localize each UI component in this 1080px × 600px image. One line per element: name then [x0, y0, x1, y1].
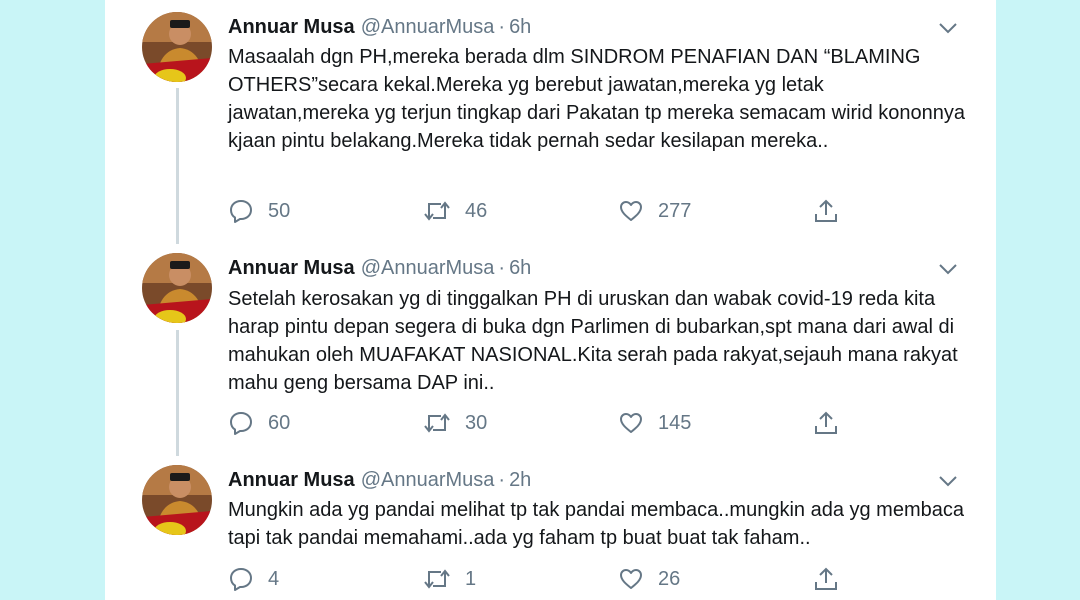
share-button[interactable] — [813, 196, 839, 226]
separator-dot: · — [498, 469, 506, 491]
timestamp[interactable]: 2h — [509, 469, 531, 491]
retweet-icon — [423, 198, 451, 224]
share-icon — [813, 198, 839, 224]
like-count: 26 — [658, 567, 681, 590]
share-icon — [813, 410, 839, 436]
tweet-text: Masaalah dgn PH,mereka berada dlm SINDRO… — [228, 46, 966, 152]
reply-count: 4 — [268, 567, 280, 590]
left-margin — [0, 0, 105, 600]
tweet[interactable]: Annuar Musa @AnnuarMusa · 2h Mungkin ada yg… — [105, 465, 996, 600]
tweet-actions: 50 46 277 — [228, 196, 848, 226]
like-button[interactable]: 277 — [618, 196, 691, 226]
tweet-actions: 60 30 145 — [228, 408, 848, 438]
reply-count: 60 — [268, 411, 291, 434]
separator-dot: · — [498, 257, 506, 279]
avatar[interactable] — [142, 465, 212, 535]
tweet-thread: Annuar Musa @AnnuarMusa · 6h Masaalah dgn P… — [105, 0, 996, 600]
reply-icon — [228, 410, 254, 436]
retweet-button[interactable]: 46 — [423, 196, 487, 226]
reply-button[interactable]: 50 — [228, 196, 290, 226]
tweet[interactable]: Annuar Musa @AnnuarMusa · 6h Setelah kerosa… — [105, 253, 996, 453]
chevron-down-icon[interactable] — [937, 473, 959, 489]
retweet-icon — [423, 566, 451, 592]
like-count: 277 — [658, 199, 692, 222]
separator-dot: · — [498, 16, 506, 38]
reply-button[interactable]: 60 — [228, 408, 290, 438]
user-handle[interactable]: @AnnuarMusa — [361, 257, 495, 279]
timestamp[interactable]: 6h — [509, 16, 531, 38]
tweet-text: Setelah kerosakan yg di tinggalkan PH di… — [228, 288, 958, 394]
display-name[interactable]: Annuar Musa — [228, 16, 355, 38]
reply-count: 50 — [268, 199, 291, 222]
chevron-down-icon[interactable] — [937, 20, 959, 36]
like-icon — [618, 198, 644, 224]
like-icon — [618, 566, 644, 592]
share-icon — [813, 566, 839, 592]
reply-icon — [228, 566, 254, 592]
retweet-button[interactable]: 1 — [423, 564, 476, 594]
tweet-actions: 4 1 26 — [228, 564, 848, 594]
retweet-button[interactable]: 30 — [423, 408, 487, 438]
user-handle[interactable]: @AnnuarMusa — [361, 469, 495, 491]
tweet-header: Annuar Musa @AnnuarMusa · 6h — [228, 12, 531, 42]
reply-icon — [228, 198, 254, 224]
chevron-down-icon[interactable] — [937, 261, 959, 277]
avatar[interactable] — [142, 12, 212, 82]
timestamp[interactable]: 6h — [509, 257, 531, 279]
retweet-count: 1 — [465, 567, 477, 590]
retweet-count: 46 — [465, 199, 488, 222]
avatar[interactable] — [142, 253, 212, 323]
share-button[interactable] — [813, 408, 839, 438]
tweet-header: Annuar Musa @AnnuarMusa · 2h — [228, 465, 531, 495]
right-margin — [996, 0, 1080, 600]
like-count: 145 — [658, 411, 692, 434]
tweet-text: Mungkin ada yg pandai melihat tp tak pan… — [228, 499, 964, 549]
display-name[interactable]: Annuar Musa — [228, 257, 355, 279]
like-button[interactable]: 26 — [618, 564, 680, 594]
tweet[interactable]: Annuar Musa @AnnuarMusa · 6h Masaalah dgn P… — [105, 12, 996, 242]
user-handle[interactable]: @AnnuarMusa — [361, 16, 495, 38]
share-button[interactable] — [813, 564, 839, 594]
display-name[interactable]: Annuar Musa — [228, 469, 355, 491]
like-icon — [618, 410, 644, 436]
reply-button[interactable]: 4 — [228, 564, 279, 594]
retweet-icon — [423, 410, 451, 436]
tweet-header: Annuar Musa @AnnuarMusa · 6h — [228, 253, 531, 283]
retweet-count: 30 — [465, 411, 488, 434]
like-button[interactable]: 145 — [618, 408, 691, 438]
